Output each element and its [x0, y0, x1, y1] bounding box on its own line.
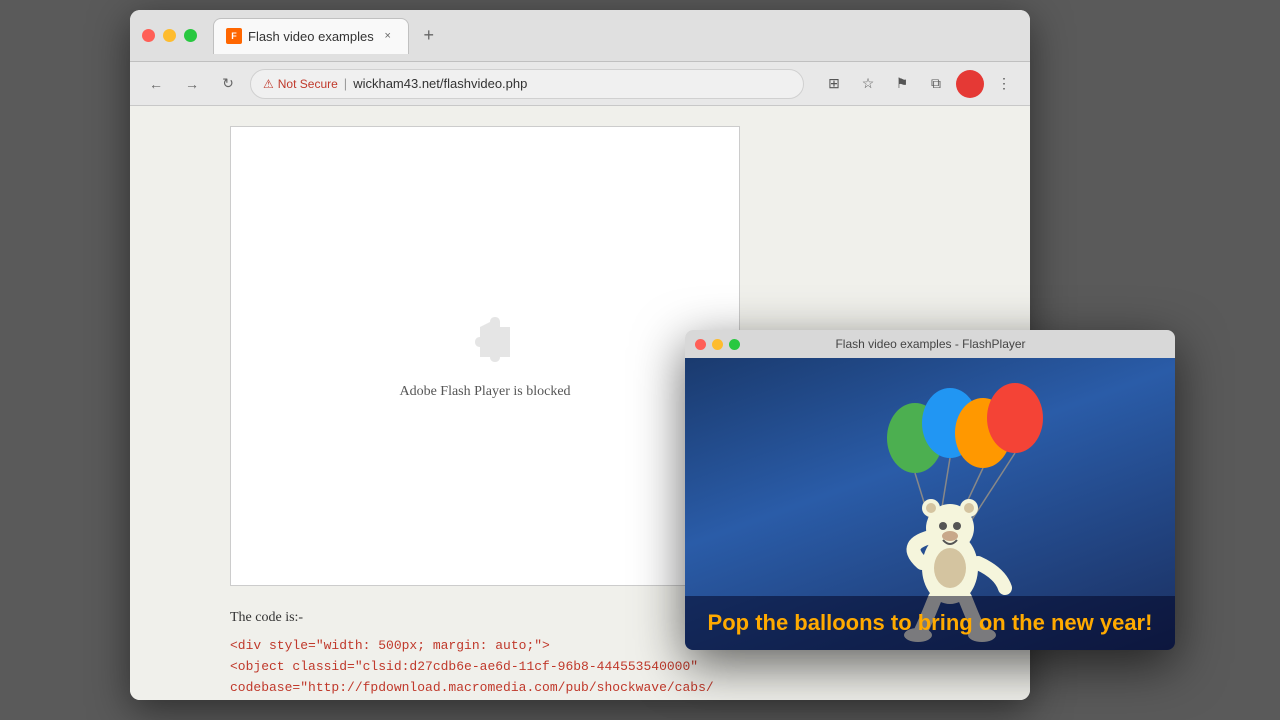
bookmark-button[interactable]: ☆	[854, 70, 882, 98]
tab-close-button[interactable]: ×	[380, 28, 396, 44]
flash-player-title: Flash video examples - FlashPlayer	[696, 337, 1165, 351]
new-tab-button[interactable]: +	[415, 22, 443, 50]
url-text: wickham43.net/flashvideo.php	[353, 76, 527, 91]
tab-title: Flash video examples	[248, 29, 374, 44]
tab-area: F Flash video examples × +	[213, 18, 1018, 54]
code-line-3: codebase="http://fpdownload.macromedia.c…	[230, 678, 1030, 699]
not-secure-indicator: ⚠ Not Secure	[263, 77, 338, 91]
maximize-button[interactable]	[184, 29, 197, 42]
menu-button[interactable]: ⋮	[990, 70, 1018, 98]
flash-player-window: Flash video examples - FlashPlayer	[685, 330, 1175, 650]
flash-content-area: Adobe Flash Player is blocked	[230, 126, 740, 586]
profile-button[interactable]	[956, 70, 984, 98]
back-button[interactable]: ←	[142, 70, 170, 98]
tab-favicon: F	[226, 28, 242, 44]
flash-player-titlebar: Flash video examples - FlashPlayer	[685, 330, 1175, 358]
flash-player-content: Pop the balloons to bring on the new yea…	[685, 358, 1175, 650]
forward-button[interactable]: →	[178, 70, 206, 98]
flash-blocked-text: Adobe Flash Player is blocked	[399, 384, 570, 400]
flash-banner: Pop the balloons to bring on the new yea…	[685, 596, 1175, 650]
url-separator: |	[344, 76, 347, 91]
reload-button[interactable]: ↻	[214, 70, 242, 98]
extensions-button[interactable]: ⊞	[820, 70, 848, 98]
url-bar[interactable]: ⚠ Not Secure | wickham43.net/flashvideo.…	[250, 69, 804, 99]
minimize-button[interactable]	[163, 29, 176, 42]
code-line-2: <object classid="clsid:d27cdb6e-ae6d-11c…	[230, 657, 1030, 678]
flag-button[interactable]: ⚑	[888, 70, 916, 98]
code-line-4: id="oth_splash"	[230, 698, 1030, 700]
plugin-blocked-icon	[455, 312, 515, 372]
warning-icon: ⚠	[263, 77, 274, 91]
flash-banner-text: Pop the balloons to bring on the new yea…	[708, 610, 1153, 635]
browser-actions: ⊞ ☆ ⚑ ⧉ ⋮	[820, 70, 1018, 98]
not-secure-label: Not Secure	[278, 77, 338, 91]
address-bar: ← → ↻ ⚠ Not Secure | wickham43.net/flash…	[130, 62, 1030, 106]
puzzle-button[interactable]: ⧉	[922, 70, 950, 98]
active-tab[interactable]: F Flash video examples ×	[213, 18, 409, 54]
title-bar: F Flash video examples × +	[130, 10, 1030, 62]
close-button[interactable]	[142, 29, 155, 42]
traffic-lights	[142, 29, 197, 42]
